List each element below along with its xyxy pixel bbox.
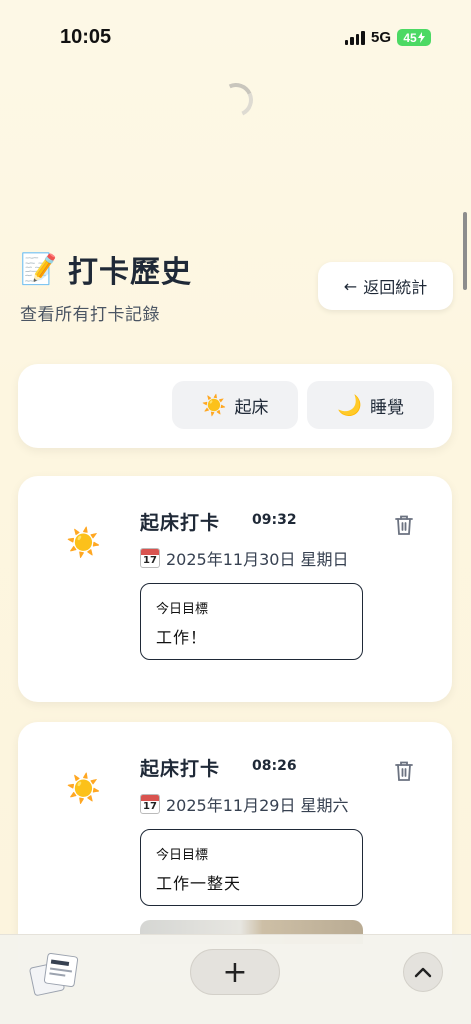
goal-text: 工作！ bbox=[156, 628, 208, 647]
checkin-type: 起床打卡 bbox=[140, 758, 221, 780]
back-button-label: 返回統計 bbox=[363, 278, 428, 297]
status-indicators: 5G 45 bbox=[344, 29, 431, 46]
goal-box: 今日目標 工作一整天 bbox=[140, 829, 363, 906]
sun-icon: ☀️ bbox=[201, 393, 227, 417]
page-title: 打卡歷史 bbox=[68, 255, 192, 290]
checkin-date-row: 17 2025年11月29日 星期六 bbox=[140, 792, 349, 816]
memo-icon: 📝 bbox=[20, 251, 58, 287]
goal-text: 工作一整天 bbox=[156, 874, 242, 893]
filter-sleep-button[interactable]: 🌙 睡覺 bbox=[307, 381, 434, 429]
battery-level: 45 bbox=[403, 30, 417, 45]
bottom-toolbar: + bbox=[0, 934, 471, 1024]
page-subtitle: 查看所有打卡記錄 bbox=[20, 305, 160, 325]
sun-icon: ☀️ bbox=[66, 526, 101, 559]
scroll-up-button[interactable] bbox=[403, 952, 443, 992]
trash-icon bbox=[395, 761, 413, 781]
loading-spinner-icon bbox=[214, 78, 258, 122]
app-thumbnail-icon[interactable] bbox=[28, 949, 82, 999]
status-time: 10:05 bbox=[60, 26, 112, 48]
checkin-card: ☀️ 起床打卡 09:32 17 2025年11月30日 星期日 今日目標 工作… bbox=[18, 476, 452, 702]
battery-icon: 45 bbox=[397, 29, 431, 46]
checkin-time: 09:32 bbox=[252, 512, 297, 528]
chevron-up-icon bbox=[414, 967, 432, 978]
checkin-date-row: 17 2025年11月30日 星期日 bbox=[140, 546, 349, 570]
add-button[interactable]: + bbox=[190, 949, 280, 995]
checkin-date: 2025年11月30日 星期日 bbox=[166, 550, 349, 569]
checkin-type: 起床打卡 bbox=[140, 512, 221, 534]
checkin-date: 2025年11月29日 星期六 bbox=[166, 796, 349, 815]
back-to-stats-button[interactable]: ← 返回統計 bbox=[318, 262, 453, 310]
calendar-icon: 17 bbox=[140, 548, 160, 568]
filter-label: 睡覺 bbox=[369, 397, 404, 418]
page-header: 📝 打卡歷史 bbox=[20, 247, 192, 291]
sun-icon: ☀️ bbox=[66, 772, 101, 805]
status-bar: 10:05 5G 45 bbox=[0, 0, 471, 76]
filter-card: ☀️ 起床 🌙 睡覺 bbox=[18, 364, 452, 448]
filter-wake-button[interactable]: ☀️ 起床 bbox=[172, 381, 298, 429]
signal-icon bbox=[344, 30, 365, 45]
network-type: 5G bbox=[370, 29, 391, 46]
scrollbar[interactable] bbox=[463, 212, 467, 290]
delete-button[interactable] bbox=[394, 514, 414, 536]
app-screen: 10:05 5G 45 📝 打卡歷史 查看所有打卡記錄 ← 返回統計 ☀️ 起床… bbox=[0, 0, 471, 1024]
goal-label: 今日目標 bbox=[156, 848, 209, 863]
delete-button[interactable] bbox=[394, 760, 414, 782]
plus-icon: + bbox=[222, 954, 248, 990]
moon-icon: 🌙 bbox=[337, 393, 362, 417]
filter-label: 起床 bbox=[234, 397, 269, 418]
goal-box: 今日目標 工作！ bbox=[140, 583, 363, 660]
arrow-left-icon: ← bbox=[343, 276, 358, 296]
trash-icon bbox=[395, 515, 413, 535]
calendar-icon: 17 bbox=[140, 794, 160, 814]
goal-label: 今日目標 bbox=[156, 602, 209, 617]
checkin-time: 08:26 bbox=[252, 758, 297, 774]
